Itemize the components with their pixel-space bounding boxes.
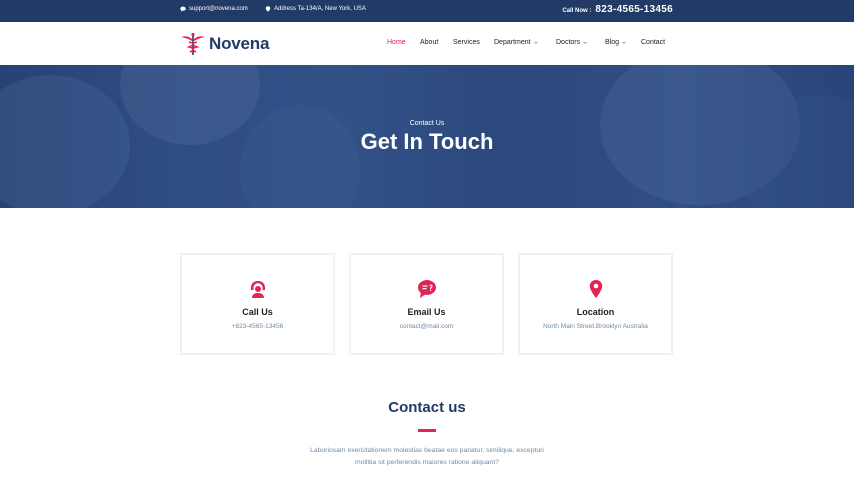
nav-item-doctors[interactable]: Doctors — [556, 39, 588, 46]
title-divider — [418, 429, 436, 432]
card-value[interactable]: contact@mail.com — [351, 323, 502, 330]
contact-card-email: Email Us contact@mail.com — [349, 253, 504, 355]
chat-bubble-icon — [417, 280, 436, 298]
call-now-number[interactable]: 823-4565-13456 — [595, 4, 673, 15]
nav-item-label: Home — [387, 39, 406, 46]
nav-item-label: Services — [453, 39, 480, 46]
card-value[interactable]: +823-4565-13456 — [182, 323, 333, 330]
nav-item-department[interactable]: Department — [494, 39, 538, 46]
card-title: Location — [576, 307, 615, 317]
topbar-address-text: Address Ta-134/A, New York, USA — [274, 6, 366, 12]
nav-item-label: Doctors — [556, 39, 581, 46]
contact-card-location: Location North Main Street,Brooklyn Aust… — [518, 253, 673, 355]
topbar-call[interactable]: Call Now : 823-4565-13456 — [562, 4, 673, 15]
hero-title: Get In Touch — [360, 129, 494, 154]
contact-card-call: Call Us +823-4565-13456 — [180, 253, 335, 355]
icon-wrap — [351, 279, 502, 299]
card-value: North Main Street,Brooklyn Australia — [543, 323, 648, 330]
chevron-down-icon — [533, 41, 538, 44]
topbar-email[interactable]: support@novena.com — [180, 6, 248, 12]
nav-item-label: Blog — [605, 39, 620, 46]
map-pin-icon — [265, 6, 271, 12]
section-title: Contact us — [388, 399, 466, 416]
card-title: Email Us — [407, 307, 446, 317]
headset-icon — [250, 281, 265, 298]
nav-item-about[interactable]: About — [420, 39, 438, 46]
topbar-address: Address Ta-134/A, New York, USA — [265, 6, 366, 12]
top-bar: support@novena.com Address Ta-134/A, New… — [0, 0, 854, 22]
icon-wrap — [520, 279, 671, 299]
section-description: Laboriosam exercitationem molestias beat… — [310, 447, 544, 466]
hero-subtitle: Contact Us — [409, 120, 445, 127]
main-navbar: Novena Home About Services Department Do… — [0, 22, 854, 65]
card-title: Call Us — [242, 307, 273, 317]
nav-item-label: Contact — [641, 39, 666, 46]
nav-item-contact[interactable]: Contact — [641, 39, 665, 46]
chat-icon — [180, 6, 186, 12]
nav-item-label: Department — [494, 39, 531, 46]
icon-wrap — [182, 279, 333, 299]
chevron-down-icon — [583, 41, 588, 44]
chevron-down-icon — [622, 41, 627, 44]
nav-item-blog[interactable]: Blog — [605, 39, 627, 46]
nav-item-home[interactable]: Home — [387, 39, 406, 46]
nav-item-services[interactable]: Services — [453, 39, 480, 46]
nav-menu: Home About Services Department Doctors B… — [0, 39, 854, 49]
map-pin-icon — [589, 280, 602, 298]
call-now-label: Call Now : — [562, 8, 592, 14]
nav-item-label: About — [420, 39, 439, 46]
hero-banner: Contact Us Get In Touch — [0, 65, 854, 208]
topbar-email-text: support@novena.com — [189, 6, 248, 12]
